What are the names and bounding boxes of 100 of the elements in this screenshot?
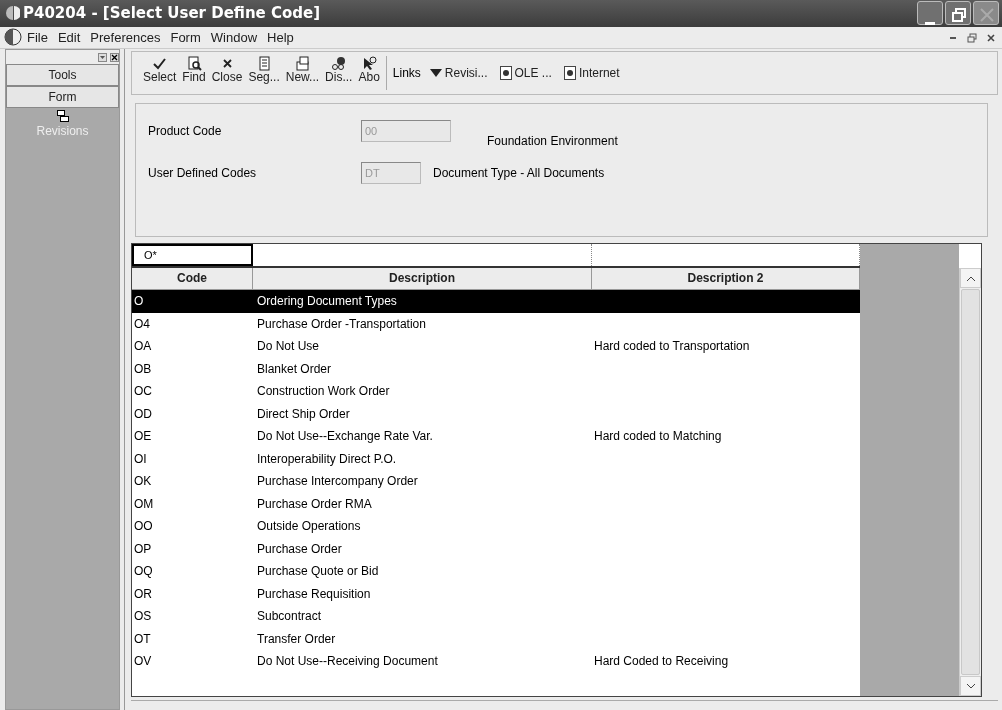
table-cell-text: Transfer Order — [256, 630, 337, 648]
table-row[interactable]: O4 Purchase Order -Transportation — [132, 312, 860, 335]
menu-item[interactable]: File — [22, 27, 53, 48]
check-icon — [152, 56, 168, 71]
table-cell-text: Purchase Quote or Bid — [256, 563, 380, 580]
table-row[interactable]: OC Construction Work Order — [132, 380, 860, 403]
field-label: User Defined Codes — [148, 165, 258, 182]
document-icon — [499, 66, 512, 80]
table-cell-text: Outside Operations — [256, 518, 362, 535]
table-row[interactable]: OI Interoperability Direct P.O. — [132, 447, 860, 470]
toolbar-button[interactable]: Seg... — [245, 56, 283, 90]
toolbar-button[interactable]: Dis... — [322, 56, 356, 90]
filter-cell[interactable]: O* — [132, 244, 253, 266]
toolbar-button[interactable]: New... — [282, 56, 323, 90]
table-cell-text: OO — [133, 518, 154, 535]
table-cell-text: O4 — [133, 315, 151, 333]
links-label: Links — [392, 65, 421, 82]
sidebar-button[interactable]: Tools — [6, 64, 119, 86]
table-cell-text: OT — [133, 630, 152, 648]
table-row[interactable]: OK Purchase Intercompany Order — [132, 470, 860, 493]
table-cell-text: OC — [133, 383, 153, 400]
table-row[interactable]: OR Purchase Requisition — [132, 582, 860, 605]
table-cell-text: OA — [133, 338, 153, 355]
field-description: Document Type - All Documents — [433, 165, 605, 182]
app-icon — [6, 5, 20, 22]
caret-icon — [429, 69, 442, 77]
sidebar-button[interactable]: Form — [6, 86, 119, 108]
table-row[interactable]: OQ Purchase Quote or Bid — [132, 560, 860, 583]
pointer-icon — [361, 56, 377, 71]
table-cell-text: OD — [133, 405, 153, 423]
menu-item[interactable]: Form — [165, 27, 206, 48]
table-row[interactable]: O Ordering Document Types — [132, 290, 860, 313]
table-cell-text: OV — [133, 653, 153, 670]
menu-item[interactable]: Help — [262, 27, 299, 48]
dropdown-icon[interactable] — [98, 52, 107, 62]
document-icon — [256, 56, 272, 71]
field-label: Product Code — [148, 123, 223, 140]
table-row[interactable]: OM Purchase Order RMA — [132, 492, 860, 515]
field-description: Foundation Environment — [487, 133, 618, 150]
app-icon — [4, 28, 22, 47]
table-cell-text: OQ — [133, 563, 154, 580]
table-cell-text: O — [133, 293, 145, 310]
column-header[interactable]: Code — [132, 268, 253, 290]
document-icon — [563, 66, 576, 80]
restore-icon — [952, 7, 966, 22]
minimize-button[interactable] — [917, 1, 943, 26]
minimize-icon — [925, 22, 935, 26]
table-cell-text: Interoperability Direct P.O. — [256, 450, 398, 468]
table-cell-text: Purchase Order -Transportation — [256, 315, 427, 333]
table-cell-text: Hard coded to Matching — [593, 428, 723, 445]
table-cell-text: Hard coded to Transportation — [593, 338, 751, 355]
table-cell-text: OB — [133, 360, 153, 378]
toolbar-button[interactable]: Select — [140, 56, 180, 90]
close-icon — [987, 34, 995, 43]
glasses-icon — [331, 56, 347, 71]
table-cell-text: Purchase Order — [256, 540, 343, 558]
menu-item[interactable]: Edit — [52, 27, 86, 48]
menu-item[interactable]: Window — [205, 27, 263, 48]
table-cell-text: OP — [133, 540, 153, 558]
table-cell-text: Subcontract — [256, 608, 323, 625]
table-cell-text: Purchase Requisition — [256, 585, 372, 603]
table-cell-text: Purchase Intercompany Order — [256, 473, 419, 490]
table-cell-text: Do Not Use — [256, 338, 321, 355]
toolbar-button[interactable]: Find — [179, 56, 209, 90]
table-cell-text: Hard Coded to Receiving — [593, 653, 730, 670]
table-cell-text: OK — [133, 473, 153, 490]
table-row[interactable]: OO Outside Operations — [132, 515, 860, 538]
chevron-up-icon — [966, 276, 975, 282]
window-title: P40204 - [Select User Define Code] — [23, 3, 321, 25]
close-icon[interactable] — [110, 52, 119, 62]
table-row[interactable]: OV Do Not Use--Receiving Document Hard Coded to Receiving — [132, 650, 860, 673]
toolbar-link[interactable]: Revisi... — [423, 64, 494, 82]
menu-item[interactable]: Preferences — [85, 27, 166, 48]
table-cell-text: Purchase Order RMA — [256, 495, 373, 513]
windows-icon — [56, 110, 69, 122]
table-row[interactable]: OB Blanket Order — [132, 357, 860, 380]
close-button[interactable] — [973, 1, 999, 26]
column-header[interactable]: Description — [253, 268, 592, 290]
table-cell-text: Ordering Document Types — [256, 293, 398, 310]
table-cell-text: Do Not Use--Exchange Rate Var. — [256, 428, 434, 445]
toolbar-button[interactable]: Abo — [355, 56, 383, 90]
column-header[interactable]: Description 2 — [592, 268, 860, 290]
toolbar-button[interactable]: Close — [208, 56, 246, 90]
chevron-down-icon — [966, 684, 975, 690]
toolbar-link[interactable]: OLE ... — [493, 64, 558, 82]
table-row[interactable]: OA Do Not Use Hard coded to Transportation — [132, 335, 860, 358]
table-row[interactable]: OD Direct Ship Order — [132, 402, 860, 425]
restore-icon — [967, 33, 977, 44]
table-cell-text: Blanket Order — [256, 360, 333, 378]
magnifier-icon — [186, 56, 202, 71]
table-row[interactable]: OE Do Not Use--Exchange Rate Var. Hard coded to Matching — [132, 425, 860, 448]
table-row[interactable]: OT Transfer Order — [132, 627, 860, 650]
close-icon — [980, 7, 994, 22]
table-cell-text: Do Not Use--Receiving Document — [256, 653, 439, 670]
table-row[interactable]: OP Purchase Order — [132, 537, 860, 560]
table-row[interactable]: OS Subcontract — [132, 605, 860, 628]
restore-button[interactable] — [945, 1, 971, 26]
toolbar-link[interactable]: Internet — [557, 64, 626, 82]
table-cell-text: OE — [133, 428, 153, 445]
scrollbar-thumb[interactable] — [961, 289, 980, 675]
